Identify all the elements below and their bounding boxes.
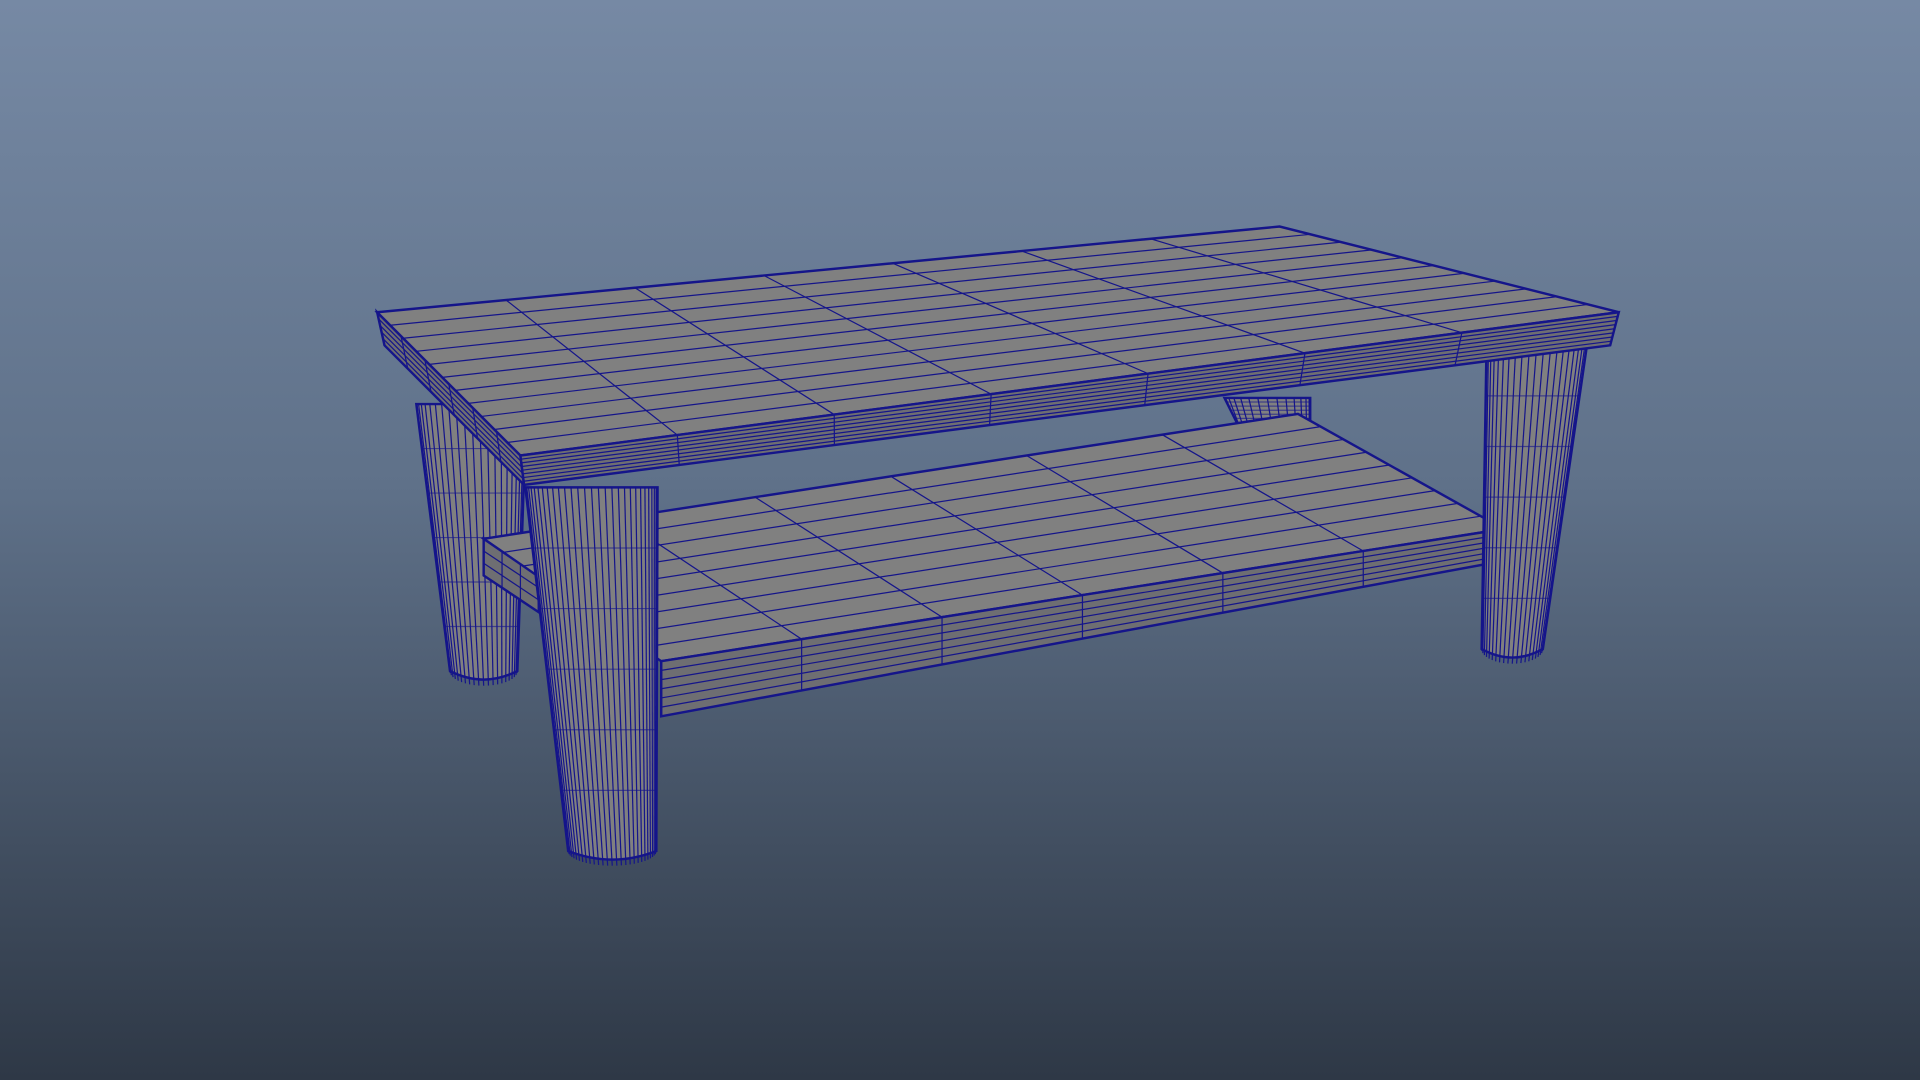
3d-viewport[interactable]: [0, 0, 1920, 1080]
front-left-leg: [523, 486, 659, 866]
coffee-table-model[interactable]: [374, 225, 1621, 866]
front-right-leg: [1480, 344, 1589, 664]
